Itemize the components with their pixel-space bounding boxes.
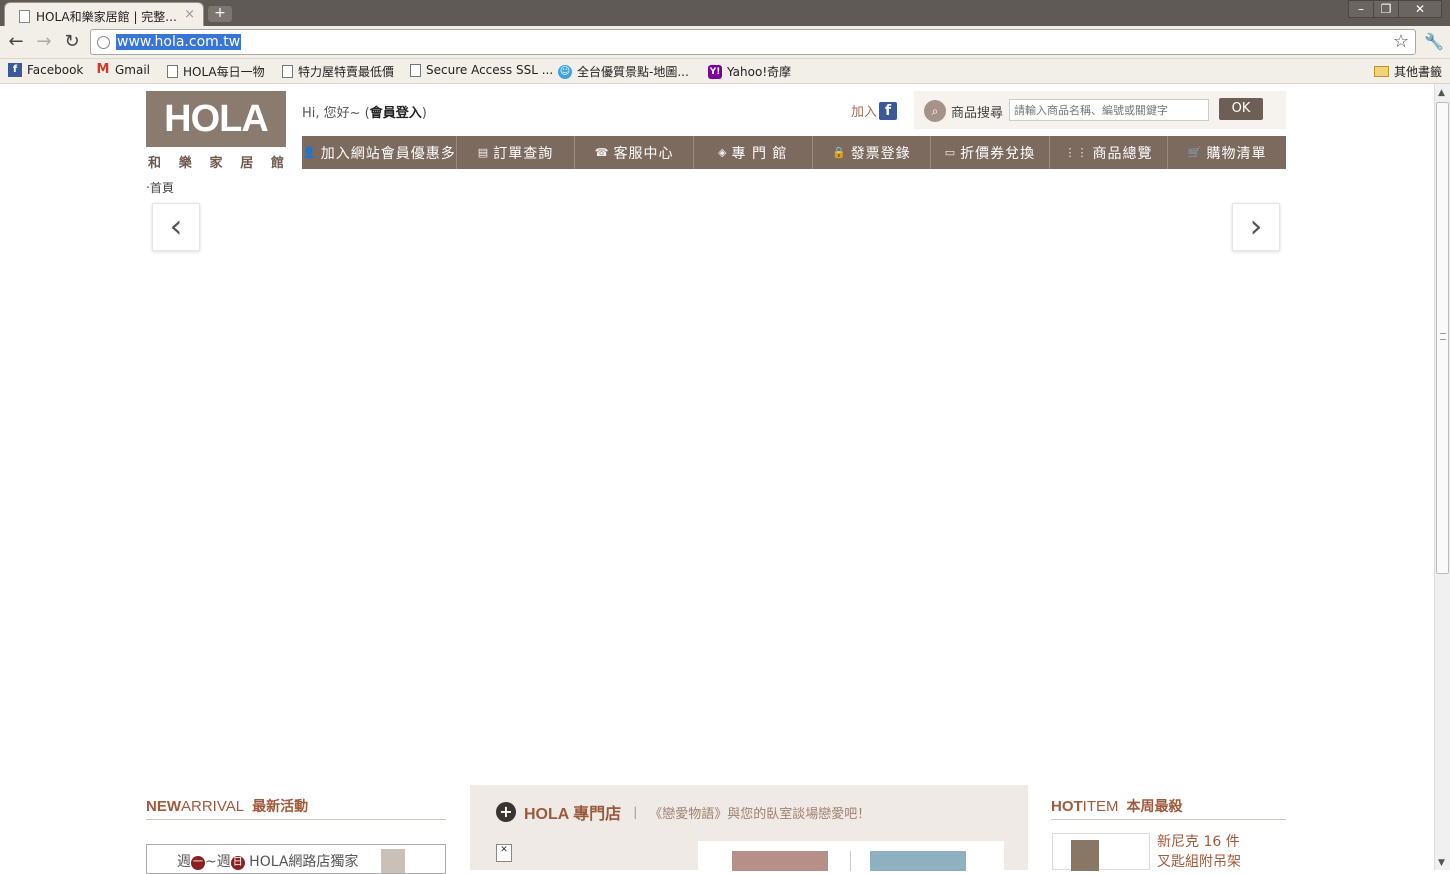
gmail-icon: M — [96, 62, 110, 77]
new-tab-button[interactable]: + — [208, 6, 232, 22]
store-product-panel — [698, 841, 1004, 871]
scroll-down-icon[interactable]: ▼ — [1438, 858, 1445, 868]
page-scrollbar[interactable]: ▲ ▼ — [1434, 84, 1450, 870]
address-bar[interactable]: www.hola.com.tw ☆ — [90, 29, 1416, 55]
tag-icon: ◈ — [718, 146, 728, 159]
close-window-button[interactable]: ✕ — [1398, 0, 1442, 18]
page-icon — [410, 63, 421, 77]
phone-icon: ☎ — [594, 146, 610, 159]
scrollbar-thumb[interactable] — [1436, 102, 1449, 574]
broken-image-icon: ✕ — [496, 844, 512, 862]
nav-customer-service[interactable]: ☎ 客服中心 — [575, 136, 694, 169]
nav-shopping-list[interactable]: 🛒 購物清單 — [1168, 136, 1286, 169]
hot-item-title: HOTITEM 本周最殺 — [1051, 796, 1286, 820]
product-thumbnail[interactable] — [732, 851, 828, 871]
banner-scroll-handle[interactable] — [381, 849, 405, 873]
bookmark-yahoo[interactable]: Y! Yahoo!奇摩 — [708, 63, 791, 80]
bookmark-trust[interactable]: 特力屋特賣最低價 — [282, 63, 394, 80]
clipboard-icon: ▤ — [477, 146, 490, 159]
nav-coupon-exchange[interactable]: ▭ 折價券兌換 — [931, 136, 1050, 169]
forward-arrow-icon[interactable]: → — [32, 31, 56, 55]
bookmark-hola-daily[interactable]: HOLA每日一物 — [167, 63, 265, 80]
nav-join-member[interactable]: 👤 加入網站會員優惠多 — [302, 136, 457, 169]
hot-item-name[interactable]: 新尼克 16 件 叉匙組附吊架 — [1157, 832, 1287, 872]
window-controls: – ❐ ✕ — [1348, 0, 1442, 18]
reload-icon[interactable]: ↻ — [60, 31, 84, 55]
day-badge-mon: 一 — [191, 856, 205, 870]
nav-product-overview[interactable]: ⋮⋮ 商品總覽 — [1050, 136, 1169, 169]
search-icon: ⌕ — [924, 100, 946, 122]
lock-icon: 🔒 — [831, 146, 847, 159]
bookmark-secure-access[interactable]: Secure Access SSL ... — [410, 63, 553, 77]
search-label: 商品搜尋 — [951, 106, 1004, 121]
bookmark-star-icon[interactable]: ☆ — [1393, 31, 1409, 52]
grid-icon: ⋮⋮ — [1064, 146, 1089, 159]
minimize-button[interactable]: – — [1348, 0, 1374, 18]
scroll-up-icon[interactable]: ▲ — [1438, 88, 1445, 98]
browser-titlebar: HOLA和樂家居館 | 完整... × + – ❐ ✕ — [0, 0, 1450, 26]
bookmark-facebook[interactable]: f Facebook — [8, 63, 83, 77]
page-icon — [167, 65, 178, 78]
facebook-icon: f — [879, 101, 898, 120]
tab-close-icon[interactable]: × — [184, 7, 195, 22]
tab-title: HOLA和樂家居館 | 完整... — [36, 10, 177, 24]
store-title: HOLA 專門店 — [524, 806, 622, 823]
logo-subtitle: 和 樂 家 居 館 — [148, 156, 284, 171]
new-arrival-title: NEWARRIVAL 最新活動 — [146, 796, 446, 820]
nav-specialty-store[interactable]: ◈ 專 門 館 — [694, 136, 813, 169]
bookmarks-bar: f Facebook M Gmail HOLA每日一物 特力屋特賣最低價 Sec… — [0, 59, 1450, 84]
back-arrow-icon[interactable]: ← — [4, 31, 28, 55]
page-icon — [19, 10, 30, 23]
bookmark-gmail[interactable]: M Gmail — [96, 62, 150, 78]
slider-next-button[interactable]: › — [1232, 203, 1280, 251]
page-icon — [282, 65, 293, 78]
product-search: ⌕ 商品搜尋 OK — [914, 91, 1286, 129]
store-header: + HOLA 專門店 | 《戀愛物語》與您的臥室談場戀愛吧！ — [496, 800, 870, 824]
plus-icon[interactable]: + — [496, 802, 516, 822]
hot-item-thumbnail[interactable] — [1052, 833, 1150, 871]
coupon-icon: ▭ — [944, 146, 957, 159]
wrench-icon[interactable]: 🔧 — [1424, 32, 1444, 51]
browser-toolbar: ← → ↻ www.hola.com.tw ☆ 🔧 — [0, 26, 1450, 59]
join-facebook[interactable]: 加入 f — [851, 101, 898, 120]
login-link[interactable]: 會員登入 — [370, 106, 422, 121]
hola-logo[interactable]: HOLA — [146, 91, 286, 147]
folder-icon — [1374, 66, 1389, 77]
nav-invoice-register[interactable]: 🔒 發票登錄 — [813, 136, 932, 169]
new-arrival-section: NEWARRIVAL 最新活動 週一 ~週日 HOLA網路店獨家 — [146, 796, 446, 874]
day-badge-sun: 日 — [230, 856, 245, 870]
globe-icon — [97, 36, 110, 49]
main-nav: 👤 加入網站會員優惠多 ▤ 訂單查詢 ☎ 客服中心 ◈ 專 門 館 🔒 發票登錄 ▭ 折價券… — [302, 136, 1286, 169]
slider-prev-button[interactable]: ‹ — [152, 203, 200, 251]
browser-tab[interactable]: HOLA和樂家居館 | 完整... × — [4, 2, 204, 26]
bookmark-scenic-map[interactable]: ☺ 全台優質景點-地圖... — [558, 63, 689, 80]
smiley-icon: ☺ — [558, 64, 572, 79]
product-thumbnail[interactable] — [870, 851, 966, 871]
cart-icon: 🛒 — [1187, 146, 1203, 159]
search-input[interactable] — [1009, 99, 1209, 121]
hola-store-section: + HOLA 專門店 | 《戀愛物語》與您的臥室談場戀愛吧！ ✕ — [470, 785, 1028, 871]
hot-item-section: HOTITEM 本周最殺 — [1051, 796, 1286, 820]
nav-order-query[interactable]: ▤ 訂單查詢 — [457, 136, 576, 169]
divider — [850, 851, 851, 871]
greeting: Hi, 您好~ (會員登入) — [302, 106, 427, 121]
facebook-icon: f — [8, 63, 22, 77]
other-bookmarks[interactable]: 其他書籤 — [1374, 63, 1442, 80]
url-text[interactable]: www.hola.com.tw — [116, 34, 242, 50]
breadcrumb[interactable]: ‧首頁 — [146, 179, 174, 196]
store-description[interactable]: 《戀愛物語》與您的臥室談場戀愛吧！ — [649, 803, 870, 822]
search-ok-button[interactable]: OK — [1219, 98, 1263, 120]
user-icon: 👤 — [302, 146, 317, 159]
yahoo-icon: Y! — [708, 64, 722, 79]
restore-button[interactable]: ❐ — [1373, 0, 1399, 18]
